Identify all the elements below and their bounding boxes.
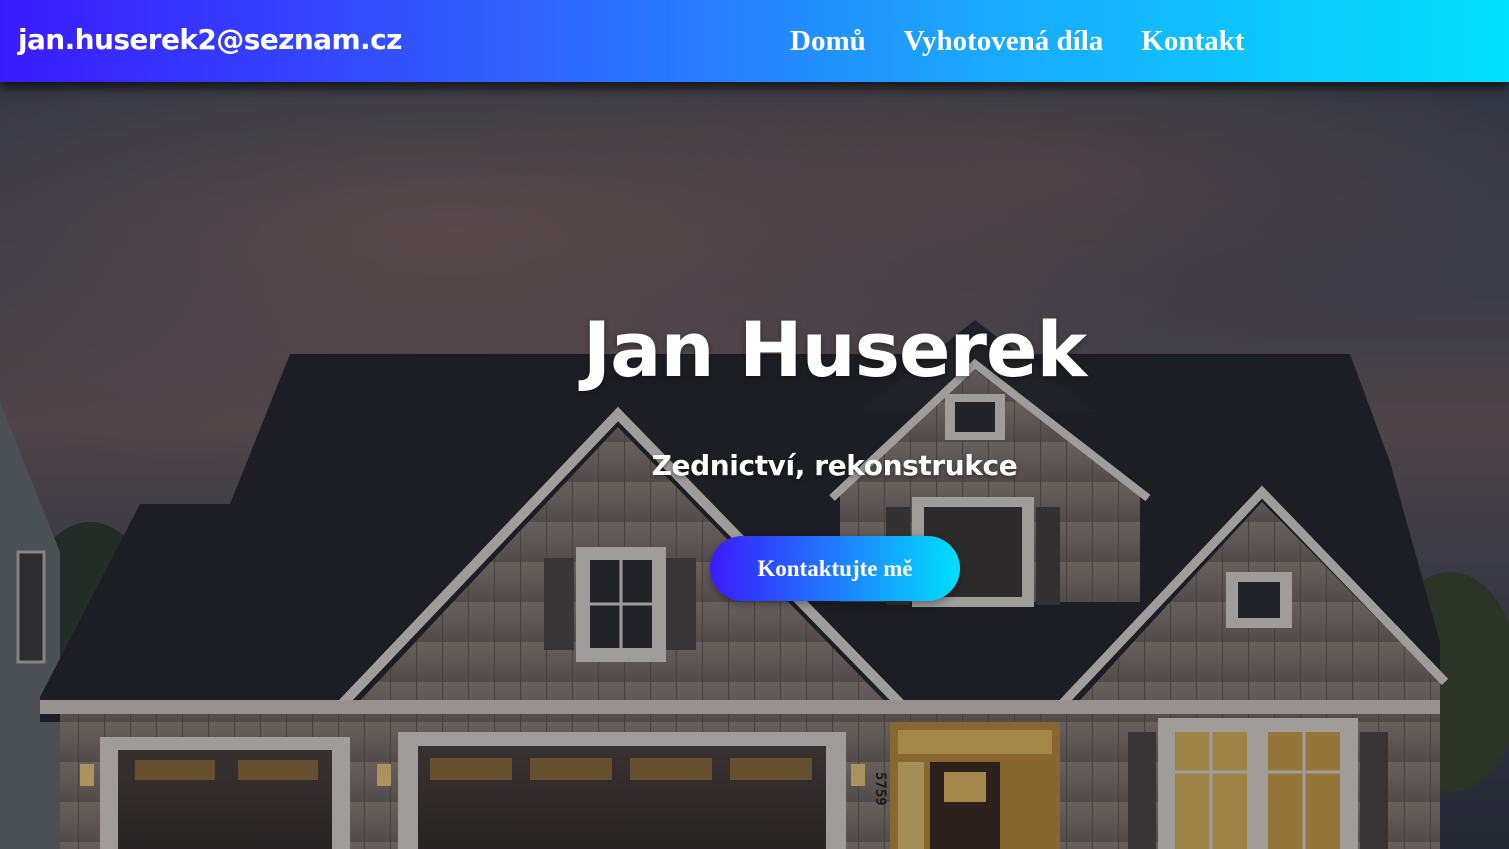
hero-title: Jan Huserek [582,305,1087,394]
top-navbar: jan.huserek2@seznam.cz Domů Vyhotovená d… [0,0,1509,82]
hero-subtitle: Zednictví, rekonstrukce [651,449,1018,482]
nav-menu: Domů Vyhotovená díla Kontakt [790,22,1282,60]
nav-item-works[interactable]: Vyhotovená díla [904,25,1104,57]
contact-me-button[interactable]: Kontaktujte mě [710,536,960,601]
brand-email-link[interactable]: jan.huserek2@seznam.cz [18,20,402,60]
hero-section: 5759 Jan Huserek Zednictví, rekonstrukce… [0,82,1509,849]
nav-item-home[interactable]: Domů [790,25,866,57]
nav-item-contact[interactable]: Kontakt [1141,25,1244,57]
page: jan.huserek2@seznam.cz Domů Vyhotovená d… [0,0,1509,849]
